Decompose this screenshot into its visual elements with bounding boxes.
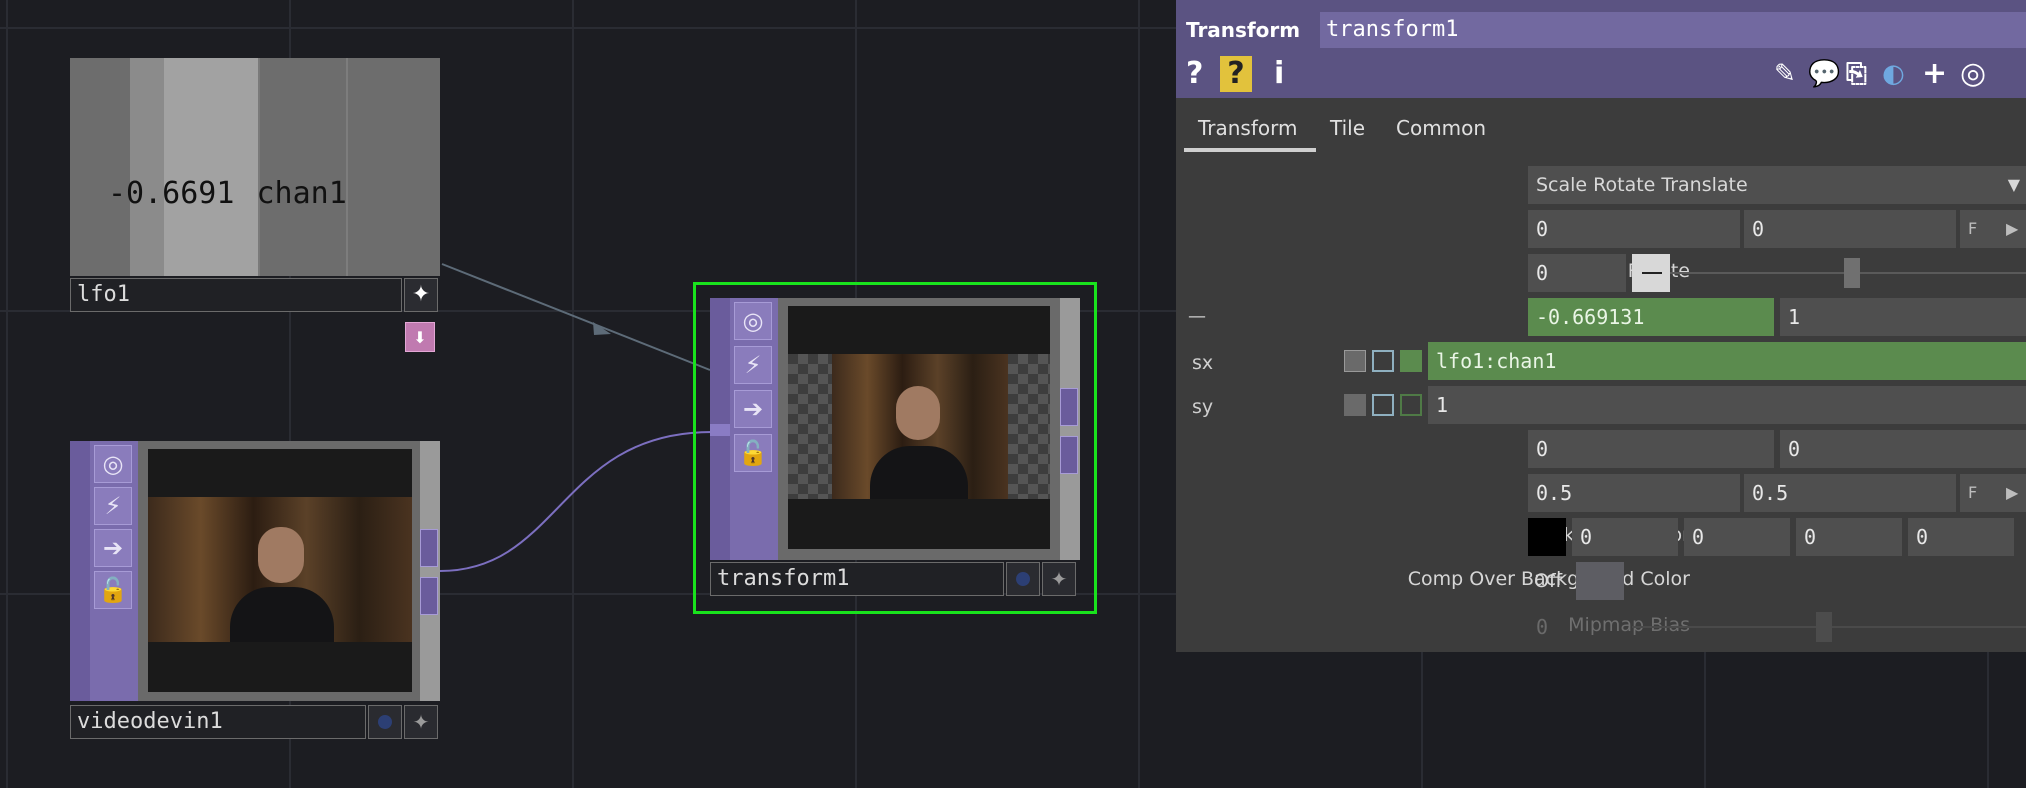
grow-shrink-y-field[interactable]: 0 — [1780, 430, 2026, 468]
display-icon[interactable]: ➔ — [734, 390, 772, 428]
expression-mode-icon[interactable] — [1372, 394, 1394, 416]
export-mode-icon[interactable] — [1400, 350, 1422, 372]
videodevin-node[interactable] — [138, 441, 440, 701]
rotate-field[interactable]: 0 — [1528, 254, 1626, 292]
bypass-icon[interactable]: ⚡ — [734, 346, 772, 384]
python-icon[interactable]: ◐ — [1882, 56, 1905, 92]
lfo-bar — [164, 58, 258, 276]
triangle-right-icon: ▶ — [2006, 219, 2019, 238]
tab-common[interactable]: Common — [1396, 116, 1486, 140]
mipmap-slider-handle — [1816, 612, 1832, 642]
transform-viewer — [788, 306, 1050, 549]
cook-indicator-icon[interactable] — [368, 705, 402, 739]
transform-order-menu[interactable]: Scale Rotate Translate ▼ — [1528, 166, 2026, 204]
lfo-channel: chan1 — [256, 176, 347, 211]
plus-icon[interactable]: ✦ — [404, 278, 438, 312]
constant-mode-icon[interactable] — [1344, 394, 1366, 416]
output-connector[interactable] — [1060, 388, 1078, 426]
bg-color-g-field[interactable]: 0 — [1684, 518, 1790, 556]
mipmap-bias-field: 0 — [1536, 615, 1549, 639]
lfo-bar — [258, 58, 260, 276]
fit-label: F — [1968, 219, 1978, 238]
viewer-icon[interactable]: ◎ — [734, 302, 772, 340]
bg-color-a-field[interactable]: 0 — [1908, 518, 2014, 556]
lfo-node[interactable]: -0.6691 chan1 — [70, 58, 440, 276]
fit-label: F — [1968, 483, 1978, 502]
comment-icon[interactable]: 💬 — [1808, 56, 1840, 92]
clone-icon[interactable]: ⎘ — [1846, 56, 1867, 92]
param-label: sy — [1192, 396, 1214, 418]
scale-y-field[interactable]: 1 — [1780, 298, 2026, 336]
lfo-bar — [130, 58, 164, 276]
pivot-fit-button[interactable]: F ▶ — [1960, 474, 2026, 512]
viewer-icon[interactable]: ◎ — [1960, 56, 1986, 92]
lfo-bar — [346, 58, 348, 276]
triangle-right-icon: ▶ — [2006, 483, 2019, 502]
rotate-slider-reset[interactable] — [1632, 254, 1670, 292]
bg-color-r-field[interactable]: 0 — [1572, 518, 1678, 556]
lfo-to-transform-wire — [441, 263, 711, 371]
wire-arrow-icon — [593, 322, 611, 335]
chevron-down-icon: ▼ — [2007, 175, 2020, 194]
help-icon[interactable]: ? — [1186, 56, 1203, 92]
comp-over-state: Off — [1534, 570, 1563, 592]
constant-mode-icon[interactable] — [1344, 350, 1366, 372]
param-label: Mipmap Bias — [1568, 614, 1690, 636]
active-tab-underline — [1184, 148, 1316, 152]
output-connector[interactable] — [420, 577, 438, 615]
param-label: sx — [1192, 352, 1214, 374]
input-connector[interactable] — [710, 424, 730, 436]
sx-expression-field[interactable]: lfo1:chan1 — [1428, 342, 2026, 380]
video-to-transform-wire — [439, 431, 713, 572]
translate-fit-button[interactable]: F ▶ — [1960, 210, 2026, 248]
webcam-image — [832, 354, 1008, 499]
videodevin-node-label[interactable]: videodevin1 — [70, 705, 366, 739]
cook-indicator-icon[interactable] — [1006, 562, 1040, 596]
videodevin-node-strip[interactable]: ◎ ⚡ ➔ 🔓 — [70, 441, 138, 701]
webcam-image — [148, 497, 412, 642]
operator-type: Transform — [1186, 18, 1301, 42]
tab-tile[interactable]: Tile — [1330, 116, 1365, 140]
tab-transform[interactable]: Transform — [1198, 116, 1297, 140]
rotate-slider-handle[interactable] — [1844, 258, 1860, 288]
operator-name-field[interactable]: transform1 — [1320, 12, 2026, 48]
translate-y-field[interactable]: 0 — [1744, 210, 1956, 248]
color-swatch[interactable] — [1528, 518, 1566, 556]
lock-icon[interactable]: 🔓 — [734, 434, 772, 472]
comp-over-toggle[interactable] — [1576, 562, 1624, 600]
plus-icon[interactable]: ✦ — [1042, 562, 1076, 596]
bypass-icon[interactable]: ⚡ — [94, 487, 132, 525]
python-help-icon[interactable]: ? — [1220, 56, 1252, 92]
pivot-y-field[interactable]: 0.5 — [1744, 474, 1956, 512]
scale-x-field[interactable]: -0.669131 — [1528, 298, 1774, 336]
lfo-value: -0.6691 — [108, 176, 235, 211]
plus-icon[interactable]: ✦ — [404, 705, 438, 739]
sy-field[interactable]: 1 — [1428, 386, 2026, 424]
bg-color-b-field[interactable]: 0 — [1796, 518, 1902, 556]
info-icon[interactable]: i — [1274, 56, 1284, 92]
transform-node[interactable] — [778, 298, 1080, 560]
video-viewer — [148, 449, 412, 692]
display-icon[interactable]: ➔ — [94, 529, 132, 567]
transparent-checkerboard — [788, 354, 1050, 499]
expression-mode-icon[interactable] — [1372, 350, 1394, 372]
add-icon[interactable]: + — [1922, 56, 1947, 92]
lock-icon[interactable]: 🔓 — [94, 571, 132, 609]
translate-x-field[interactable]: 0 — [1528, 210, 1740, 248]
transform-node-strip[interactable]: ◎ ⚡ ➔ 🔓 — [710, 298, 778, 560]
output-connector[interactable] — [1060, 436, 1078, 474]
pivot-x-field[interactable]: 0.5 — [1528, 474, 1740, 512]
transform-node-label[interactable]: transform1 — [710, 562, 1004, 596]
grow-shrink-x-field[interactable]: 0 — [1528, 430, 1774, 468]
export-mode-icon[interactable] — [1400, 394, 1422, 416]
lfo-node-label[interactable]: lfo1 — [70, 278, 402, 312]
viewer-icon[interactable]: ◎ — [94, 445, 132, 483]
transform-order-value: Scale Rotate Translate — [1536, 174, 1748, 196]
export-flag-icon[interactable]: ⬇ — [405, 322, 435, 352]
edit-icon[interactable]: ✎ — [1774, 56, 1796, 92]
parameter-panel: Transform transform1 ? ? i ✎ 💬 ⎘ ◐ + ◎ T… — [1176, 0, 2026, 652]
output-connector[interactable] — [420, 529, 438, 567]
panel-header: Transform transform1 ? ? i ✎ 💬 ⎘ ◐ + ◎ — [1176, 0, 2026, 98]
